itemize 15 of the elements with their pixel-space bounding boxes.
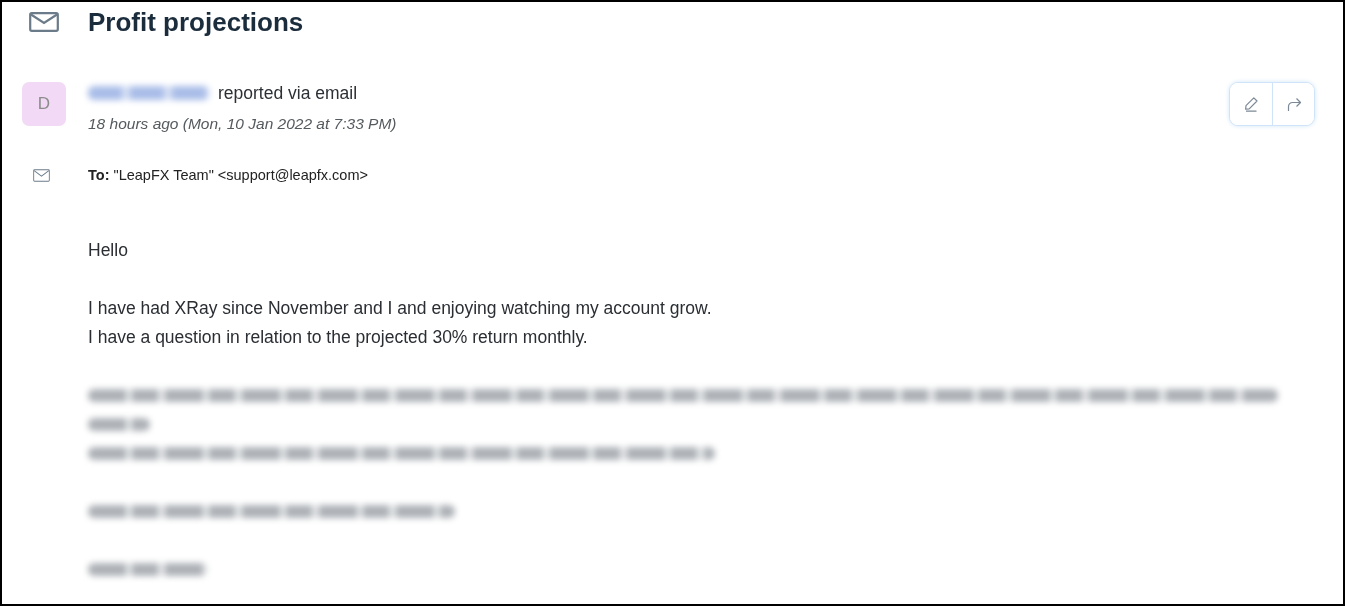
forward-button[interactable] (1272, 83, 1314, 125)
recipient-line: To: "LeapFX Team" <support@leapfx.com> (88, 166, 368, 185)
edit-button[interactable] (1230, 83, 1272, 125)
avatar: D (22, 82, 66, 126)
ticket-title: Profit projections (88, 6, 304, 39)
body-text-line: I have a question in relation to the projected 30% return monthly. (88, 326, 589, 349)
envelope-icon (33, 168, 50, 182)
blurred-text-line (88, 418, 150, 431)
body-text-line: I have had XRay since November and I and enjoying watching my account grow. (88, 297, 713, 320)
envelope-icon (29, 12, 59, 32)
forward-arrow-icon (1285, 96, 1302, 112)
timestamp: 18 hours ago (Mon, 10 Jan 2022 at 7:33 PM) (88, 114, 398, 134)
report-source-text: reported via email (218, 82, 358, 104)
pencil-icon (1243, 96, 1259, 112)
body-text-line: Hello (88, 239, 129, 262)
